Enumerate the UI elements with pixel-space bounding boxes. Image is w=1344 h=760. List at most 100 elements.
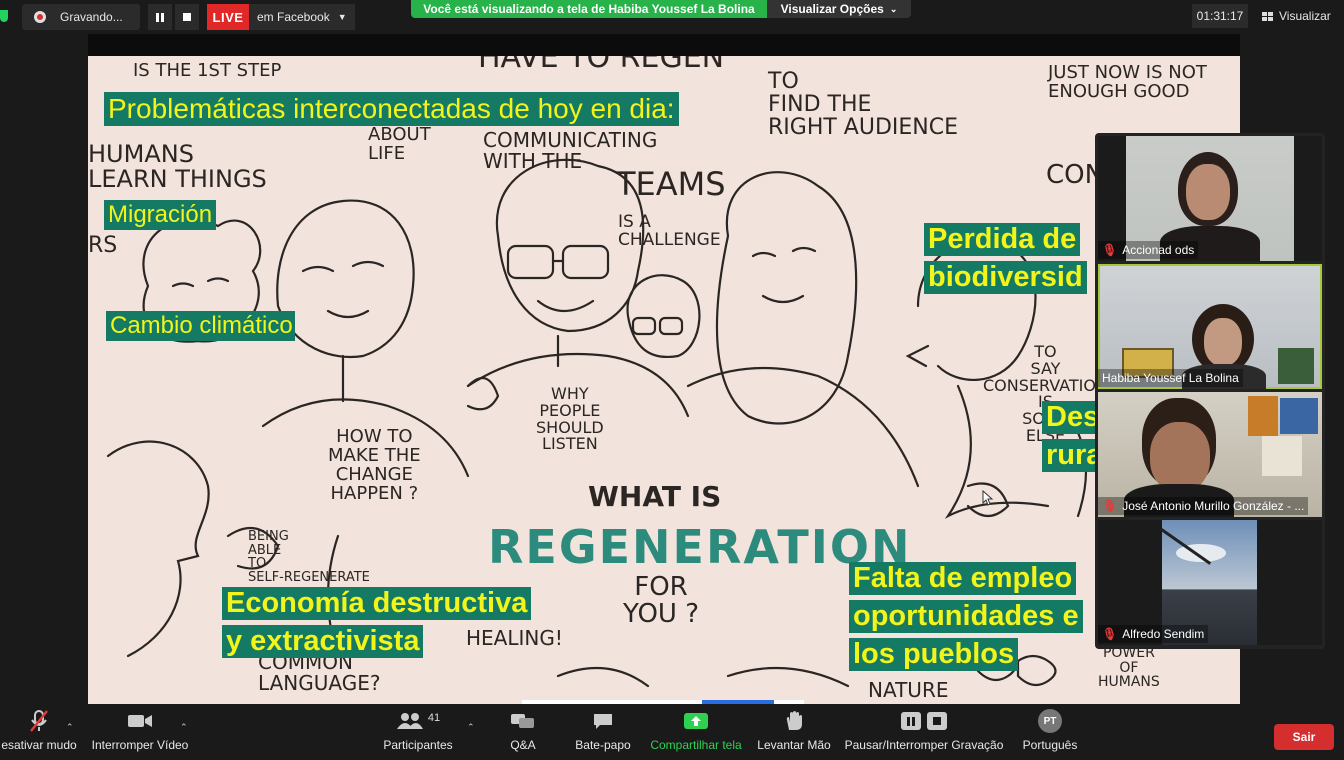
mic-off-icon bbox=[28, 704, 50, 738]
video-options-caret[interactable]: ⌃ bbox=[180, 722, 188, 733]
stop-recording-icon[interactable] bbox=[927, 712, 947, 730]
doodle-find: TO FIND THE RIGHT AUDIENCE bbox=[768, 69, 958, 141]
people-icon: 41 bbox=[396, 704, 440, 738]
recording-controls[interactable]: Pausar/Interromper Gravação bbox=[844, 704, 1004, 760]
recording-indicator[interactable]: Gravando... bbox=[22, 4, 140, 30]
raise-hand-button[interactable]: Levantar Mão bbox=[756, 704, 832, 760]
caption-cambio-climatico: Cambio climático bbox=[106, 311, 295, 341]
caption-economia-2: y extractivista bbox=[222, 625, 424, 659]
sketch-bald-man bbox=[276, 199, 415, 359]
caption-migracion: Migración bbox=[104, 200, 217, 230]
record-icon bbox=[34, 11, 46, 23]
recording-controls-icons bbox=[901, 704, 947, 738]
shared-slide: HAVE TO REGEN IS THE 1st STEP ABOUT LIFE… bbox=[88, 56, 1240, 704]
sketch-long-hair-woman bbox=[715, 171, 858, 425]
live-stream-indicator[interactable]: LIVE em Facebook ▼ bbox=[207, 4, 355, 30]
stop-video-label: Interromper Vídeo bbox=[91, 738, 189, 752]
shield-icon[interactable] bbox=[0, 10, 8, 22]
participant-tile[interactable]: 🎙︎ Alfredo Sendim bbox=[1098, 520, 1322, 645]
video-camera-icon bbox=[127, 704, 153, 738]
doodle-being-able: BEING ABLE TO SELF-REGENERATE bbox=[248, 529, 370, 585]
participant-tile[interactable]: 🎙︎ José Antonio Murillo González - ... bbox=[1098, 392, 1322, 517]
participants-count: 41 bbox=[427, 712, 441, 724]
doodle-rs: RS bbox=[88, 233, 118, 258]
participants-button[interactable]: 41 Participantes bbox=[378, 704, 458, 760]
doodle-is-the: IS THE 1st STEP bbox=[133, 60, 282, 81]
doodle-have-to: HAVE TO REGEN bbox=[478, 56, 725, 75]
mic-off-icon: 🎙︎ bbox=[1102, 499, 1118, 513]
doodle-is-a: IS A CHALLENGE bbox=[618, 212, 721, 250]
pause-icon bbox=[156, 12, 164, 22]
language-interpretation-button[interactable]: PT Português bbox=[1018, 704, 1082, 760]
pause-recording-button[interactable] bbox=[148, 4, 172, 30]
qa-button[interactable]: Q&A bbox=[500, 704, 546, 760]
stop-recording-button[interactable] bbox=[175, 4, 199, 30]
participant-name: 🎙︎ Accionad ods bbox=[1098, 241, 1199, 259]
meeting-top-bar: Gravando... LIVE em Facebook ▼ Você está… bbox=[0, 0, 1344, 34]
mute-options-caret[interactable]: ⌃ bbox=[66, 722, 74, 733]
slide-title: Problemáticas interconectadas de hoy en … bbox=[104, 92, 679, 127]
participant-tile[interactable]: 🎙︎ Accionad ods bbox=[1098, 136, 1322, 261]
view-layout-label: Visualizar bbox=[1279, 9, 1331, 23]
live-badge: LIVE bbox=[207, 4, 249, 30]
participants-options-caret[interactable]: ⌃ bbox=[467, 722, 475, 733]
stop-video-button[interactable]: Interromper Vídeo bbox=[86, 704, 194, 760]
chat-icon bbox=[592, 704, 614, 738]
raise-hand-label: Levantar Mão bbox=[757, 738, 831, 752]
chevron-down-icon: ⌄ bbox=[889, 3, 898, 14]
mic-off-icon: 🎙︎ bbox=[1102, 243, 1118, 257]
doodle-teams: TEAMS bbox=[616, 165, 726, 203]
stop-icon bbox=[183, 13, 191, 21]
doodle-humans: HUMANS LEARN THINGS bbox=[88, 140, 267, 194]
doodle-why-people: WHY PEOPLE SHOULD LISTEN bbox=[536, 384, 604, 454]
participant-name: Habiba Youssef La Bolina bbox=[1098, 369, 1243, 387]
meeting-toolbar: esativar mudo ⌃ Interromper Vídeo ⌃ 41 P… bbox=[0, 704, 1344, 760]
participants-label: Participantes bbox=[383, 738, 453, 752]
caption-perdida-2: biodiversid bbox=[924, 261, 1087, 295]
participant-tile-active-speaker[interactable]: Habiba Youssef La Bolina bbox=[1098, 264, 1322, 389]
meeting-timer: 01:31:17 bbox=[1192, 4, 1248, 28]
pause-recording-icon[interactable] bbox=[901, 712, 921, 730]
doodle-for-you: FOR YOU ? bbox=[623, 572, 700, 630]
share-screen-label: Compartilhar tela bbox=[650, 738, 742, 752]
share-screen-icon bbox=[683, 704, 709, 738]
caption-falta-1: Falta de empleo bbox=[849, 562, 1077, 596]
hand-icon bbox=[784, 704, 804, 738]
view-layout-button[interactable]: Visualizar bbox=[1262, 4, 1331, 28]
participant-name-text: Accionad ods bbox=[1122, 243, 1195, 257]
share-screen-button[interactable]: Compartilhar tela bbox=[648, 704, 744, 760]
recording-label: Gravando... bbox=[60, 10, 123, 24]
doodle-just-now: JUST NOW IS NOT ENOUGH GOOD bbox=[1048, 62, 1207, 102]
share-banner-text: Você está visualizando a tela de Habiba … bbox=[411, 0, 767, 18]
language-badge: PT bbox=[1038, 709, 1062, 733]
doodle-nature: NATURE bbox=[868, 678, 949, 702]
doodle-regeneration: REGENERATION bbox=[488, 520, 912, 574]
caption-falta-3: los pueblos bbox=[849, 638, 1019, 672]
mic-off-icon: 🎙︎ bbox=[1102, 627, 1118, 641]
live-platform-dropdown[interactable]: em Facebook ▼ bbox=[249, 4, 355, 30]
view-options-label: Visualizar Opções bbox=[780, 2, 884, 16]
doodle-about-life: ABOUT LIFE bbox=[368, 124, 431, 164]
caption-perdida-1: Perdida de bbox=[924, 223, 1081, 257]
caption-economia-1: Economía destructiva bbox=[222, 587, 532, 621]
live-platform-label: em Facebook bbox=[257, 10, 330, 24]
doodle-how-to: HOW TO MAKE THE CHANGE HAPPEN ? bbox=[328, 426, 421, 504]
chat-button[interactable]: Bate-papo bbox=[570, 704, 636, 760]
participant-name-text: Alfredo Sendim bbox=[1122, 627, 1205, 641]
grid-icon bbox=[1262, 11, 1273, 21]
doodle-power: POWER OF HUMANS bbox=[1098, 645, 1160, 691]
caret-down-icon: ▼ bbox=[337, 12, 347, 22]
leave-meeting-button[interactable]: Sair bbox=[1274, 724, 1334, 750]
unmute-label: esativar mudo bbox=[1, 738, 77, 752]
language-label: Português bbox=[1022, 738, 1078, 752]
participant-name: 🎙︎ José Antonio Murillo González - ... bbox=[1098, 497, 1309, 515]
view-options-dropdown[interactable]: Visualizar Opções ⌄ bbox=[767, 0, 911, 18]
qa-icon bbox=[510, 704, 536, 738]
doodle-healing: HEALING! bbox=[466, 626, 563, 650]
qa-label: Q&A bbox=[510, 738, 536, 752]
screen-share-banner: Você está visualizando a tela de Habiba … bbox=[411, 0, 911, 18]
participant-name: 🎙︎ Alfredo Sendim bbox=[1098, 625, 1209, 643]
recording-controls-label: Pausar/Interromper Gravação bbox=[844, 738, 1004, 752]
language-badge-wrap: PT bbox=[1038, 704, 1062, 738]
doodle-what-is: WHAT IS bbox=[588, 480, 722, 513]
